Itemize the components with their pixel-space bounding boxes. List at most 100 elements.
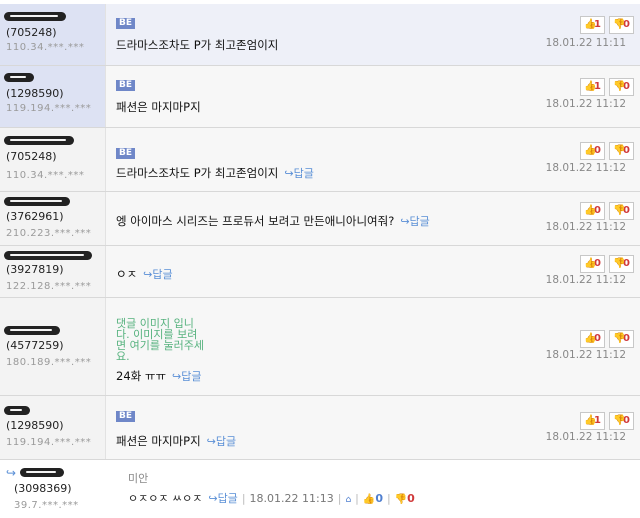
user-id[interactable]: (705248) [6, 26, 57, 39]
upvote-button[interactable]: 👍0 [363, 492, 383, 505]
separator: | [355, 492, 359, 505]
reply-link[interactable]: ↪답글 [172, 370, 201, 383]
comment-text: 엥 아이마스 시리즈는 프로듀서 보려고 만든애니아니여줘? [116, 214, 395, 228]
user-id[interactable]: (4577259) [6, 339, 64, 352]
reply-body: 미안 ㅇㅈㅇㅈ ㅆㅇㅈ ↪답글 | 18.01.22 11:13 | ⌂ | 👍0 | 👎0 [106, 460, 640, 518]
reply-link[interactable]: ↪답글 [207, 435, 236, 448]
downvote-button[interactable]: 👎0 [609, 78, 634, 96]
upvote-button[interactable]: 👍 1 [580, 78, 605, 96]
downvote-button[interactable]: 👎0 [609, 16, 634, 34]
upvote-button[interactable]: 👍0 [580, 330, 605, 348]
reply-link[interactable]: ↪답글 [208, 492, 237, 505]
downvote-count: 0 [407, 492, 415, 505]
reply-content-line: ㅇㅈㅇㅈ ㅆㅇㅈ ↪답글 | 18.01.22 11:13 | ⌂ | 👍0 | 👎0 [128, 490, 415, 506]
reply-date: 18.01.22 11:13 [249, 492, 334, 505]
comment-body: BE 드라마스조차도 P가 최고존엄이지 👍 1 👎 0 18.01.22 11:1… [106, 4, 640, 65]
comment-text: 24화 ㅠㅠ [116, 369, 167, 383]
comment-author: (705248) 110.34.***.*** [0, 128, 106, 191]
thumbs-up-icon: 👍 [584, 415, 597, 426]
thumbs-down-icon: 👎 [613, 333, 626, 344]
comment-text: 드라마스조차도 P가 최고존엄이지 [116, 38, 279, 52]
separator: | [241, 492, 246, 505]
reply-label: 답글 [215, 435, 237, 448]
thumbs-up-icon: 👍 [584, 145, 597, 156]
user-id[interactable]: (1298590) [6, 419, 64, 432]
comment-row: (705248) 110.34.***.*** BE 드라마스조차도 P가 최고… [0, 4, 640, 66]
badge: BE [116, 148, 136, 159]
redacted-nickname [4, 136, 74, 145]
user-id[interactable]: (705248) [6, 150, 57, 163]
separator: | [386, 492, 391, 505]
reply-link[interactable]: ↪답글 [143, 268, 172, 281]
reply-arrow-icon: ↪ [284, 167, 294, 180]
thumbs-down-icon: 👎 [613, 19, 626, 30]
user-id[interactable]: (1298590) [6, 87, 64, 100]
vote-buttons: 👍 1 👎 0 [580, 78, 636, 98]
vote-buttons: 👍 0 👎 0 [580, 142, 636, 162]
comment-author: (4577259) 180.189.***.*** [0, 298, 106, 395]
downvote-button[interactable]: 👎0 [609, 330, 634, 348]
thumbs-up-icon: 👍 [584, 205, 597, 216]
comment-date: 18.01.22 11:12 [545, 274, 626, 286]
redacted-nickname [4, 73, 34, 82]
redacted-nickname [4, 251, 92, 260]
upvote-button[interactable]: 👍 1 [580, 412, 605, 430]
image-notice-line: 요. [116, 350, 130, 363]
comment-date: 18.01.22 11:12 [545, 431, 626, 443]
reply-arrow-icon: ↪ [172, 370, 182, 383]
user-ip: 110.34.***.*** [6, 170, 85, 181]
upvote-button[interactable]: 👍0 [580, 255, 605, 273]
thumbs-down-icon: 👎 [613, 145, 626, 156]
reply-to-name: 미안 [128, 472, 149, 485]
upvote-button[interactable]: 👍 1 [580, 16, 605, 34]
thumbs-up-icon: 👍 [362, 494, 376, 505]
upvote-button[interactable]: 👍0 [580, 202, 605, 220]
thumbs-down-icon: 👎 [394, 494, 408, 505]
user-id[interactable]: (3762961) [6, 210, 64, 223]
vote-buttons: 👍 1 👎 0 [580, 412, 636, 432]
user-id[interactable]: (3927819) [6, 263, 64, 276]
reply-label: 답글 [409, 215, 430, 228]
redacted-nickname [4, 326, 60, 335]
reply-arrow-icon: ↪ [208, 492, 218, 505]
user-id[interactable]: (3098369) [14, 482, 72, 495]
downvote-button[interactable]: 👎0 [609, 412, 634, 430]
vote-buttons: 👍 0 👎 0 [580, 202, 636, 222]
downvote-button[interactable]: 👎0 [609, 142, 634, 160]
comment-text: 패션은 마지마P지 [116, 434, 201, 448]
comment-author: (705248) 110.34.***.*** [0, 4, 106, 65]
comment-body: ㅇㅈ ↪답글 👍 0 👎 0 18.01.22 11:12 [106, 246, 640, 297]
thumbs-down-icon: 👎 [613, 205, 626, 216]
upvote-button[interactable]: 👍0 [580, 142, 605, 160]
reply-arrow-icon: ↪ [206, 435, 216, 448]
comment-body: BE 패션은 마지마P지 ↪답글 👍 1 👎 0 18.01.22 11:12 [106, 396, 640, 459]
comment-date: 18.01.22 11:12 [545, 349, 626, 361]
comment-text-line: ㅇㅈ ↪답글 [116, 266, 173, 282]
thumbs-up-icon: 👍 [584, 258, 597, 269]
reply-link[interactable]: ↪답글 [400, 215, 429, 228]
comment-text: ㅇㅈ [116, 267, 138, 281]
reply-link[interactable]: ↪답글 [284, 167, 313, 180]
comment-body: 댓글 이미지 입니 다. 이미지를 보려 면 여기를 눌러주세 요. 24화 ㅠ… [106, 298, 640, 395]
user-ip: 122.128.***.*** [6, 281, 92, 292]
thumbs-down-icon: 👎 [613, 258, 626, 269]
downvote-button[interactable]: 👎0 [609, 202, 634, 220]
badge: BE [116, 80, 136, 91]
thumbs-up-icon: 👍 [584, 81, 597, 92]
reply-label: 답글 [217, 492, 238, 505]
downvote-button[interactable]: 👎0 [395, 492, 415, 505]
comment-text: 패션은 마지마P지 [116, 100, 201, 114]
user-ip: 119.194.***.*** [6, 103, 92, 114]
comment-text-line: 패션은 마지마P지 ↪답글 [116, 433, 236, 449]
report-icon[interactable]: ⌂ [345, 495, 351, 505]
comment-image-link[interactable]: 댓글 이미지 입니 다. 이미지를 보려 면 여기를 눌러주세 요. [116, 318, 204, 362]
reply-arrow-icon: ↪ [143, 268, 153, 281]
comment-text: 드라마스조차도 P가 최고존엄이지 [116, 166, 279, 180]
downvote-button[interactable]: 👎0 [609, 255, 634, 273]
comment-row: (1298590) 119.194.***.*** BE 패션은 마지마P지 👍… [0, 66, 640, 128]
comment-list: (705248) 110.34.***.*** BE 드라마스조차도 P가 최고… [0, 0, 640, 518]
reply-label: 답글 [152, 268, 173, 281]
comment-author: (1298590) 119.194.***.*** [0, 66, 106, 127]
comment-body: BE 패션은 마지마P지 👍 1 👎 0 18.01.22 11:12 [106, 66, 640, 127]
comment-date: 18.01.22 11:12 [545, 221, 626, 233]
